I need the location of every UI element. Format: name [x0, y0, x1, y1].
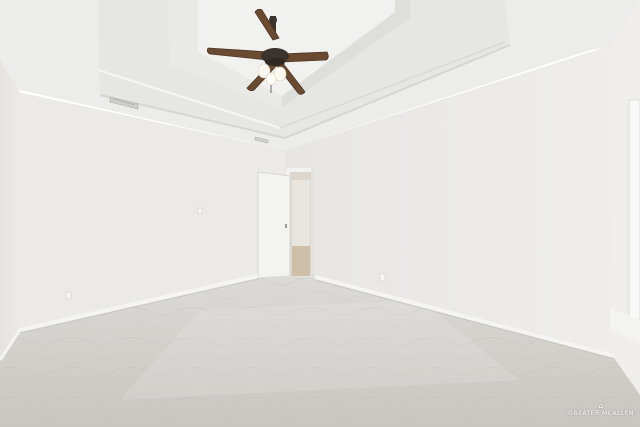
window — [628, 99, 640, 321]
outlet-icon — [379, 273, 386, 282]
house-icon: ⌂ — [598, 402, 604, 410]
outlet-icon — [65, 291, 72, 300]
door-knob-icon — [285, 224, 287, 228]
watermark-text: GREATER MCALLEN — [568, 410, 634, 417]
room-photo: ⌂ GREATER MCALLEN — [0, 0, 640, 427]
watermark: ⌂ GREATER MCALLEN — [568, 402, 634, 418]
outlet-icon — [197, 207, 203, 215]
door — [257, 171, 291, 279]
left-wall — [0, 60, 20, 360]
